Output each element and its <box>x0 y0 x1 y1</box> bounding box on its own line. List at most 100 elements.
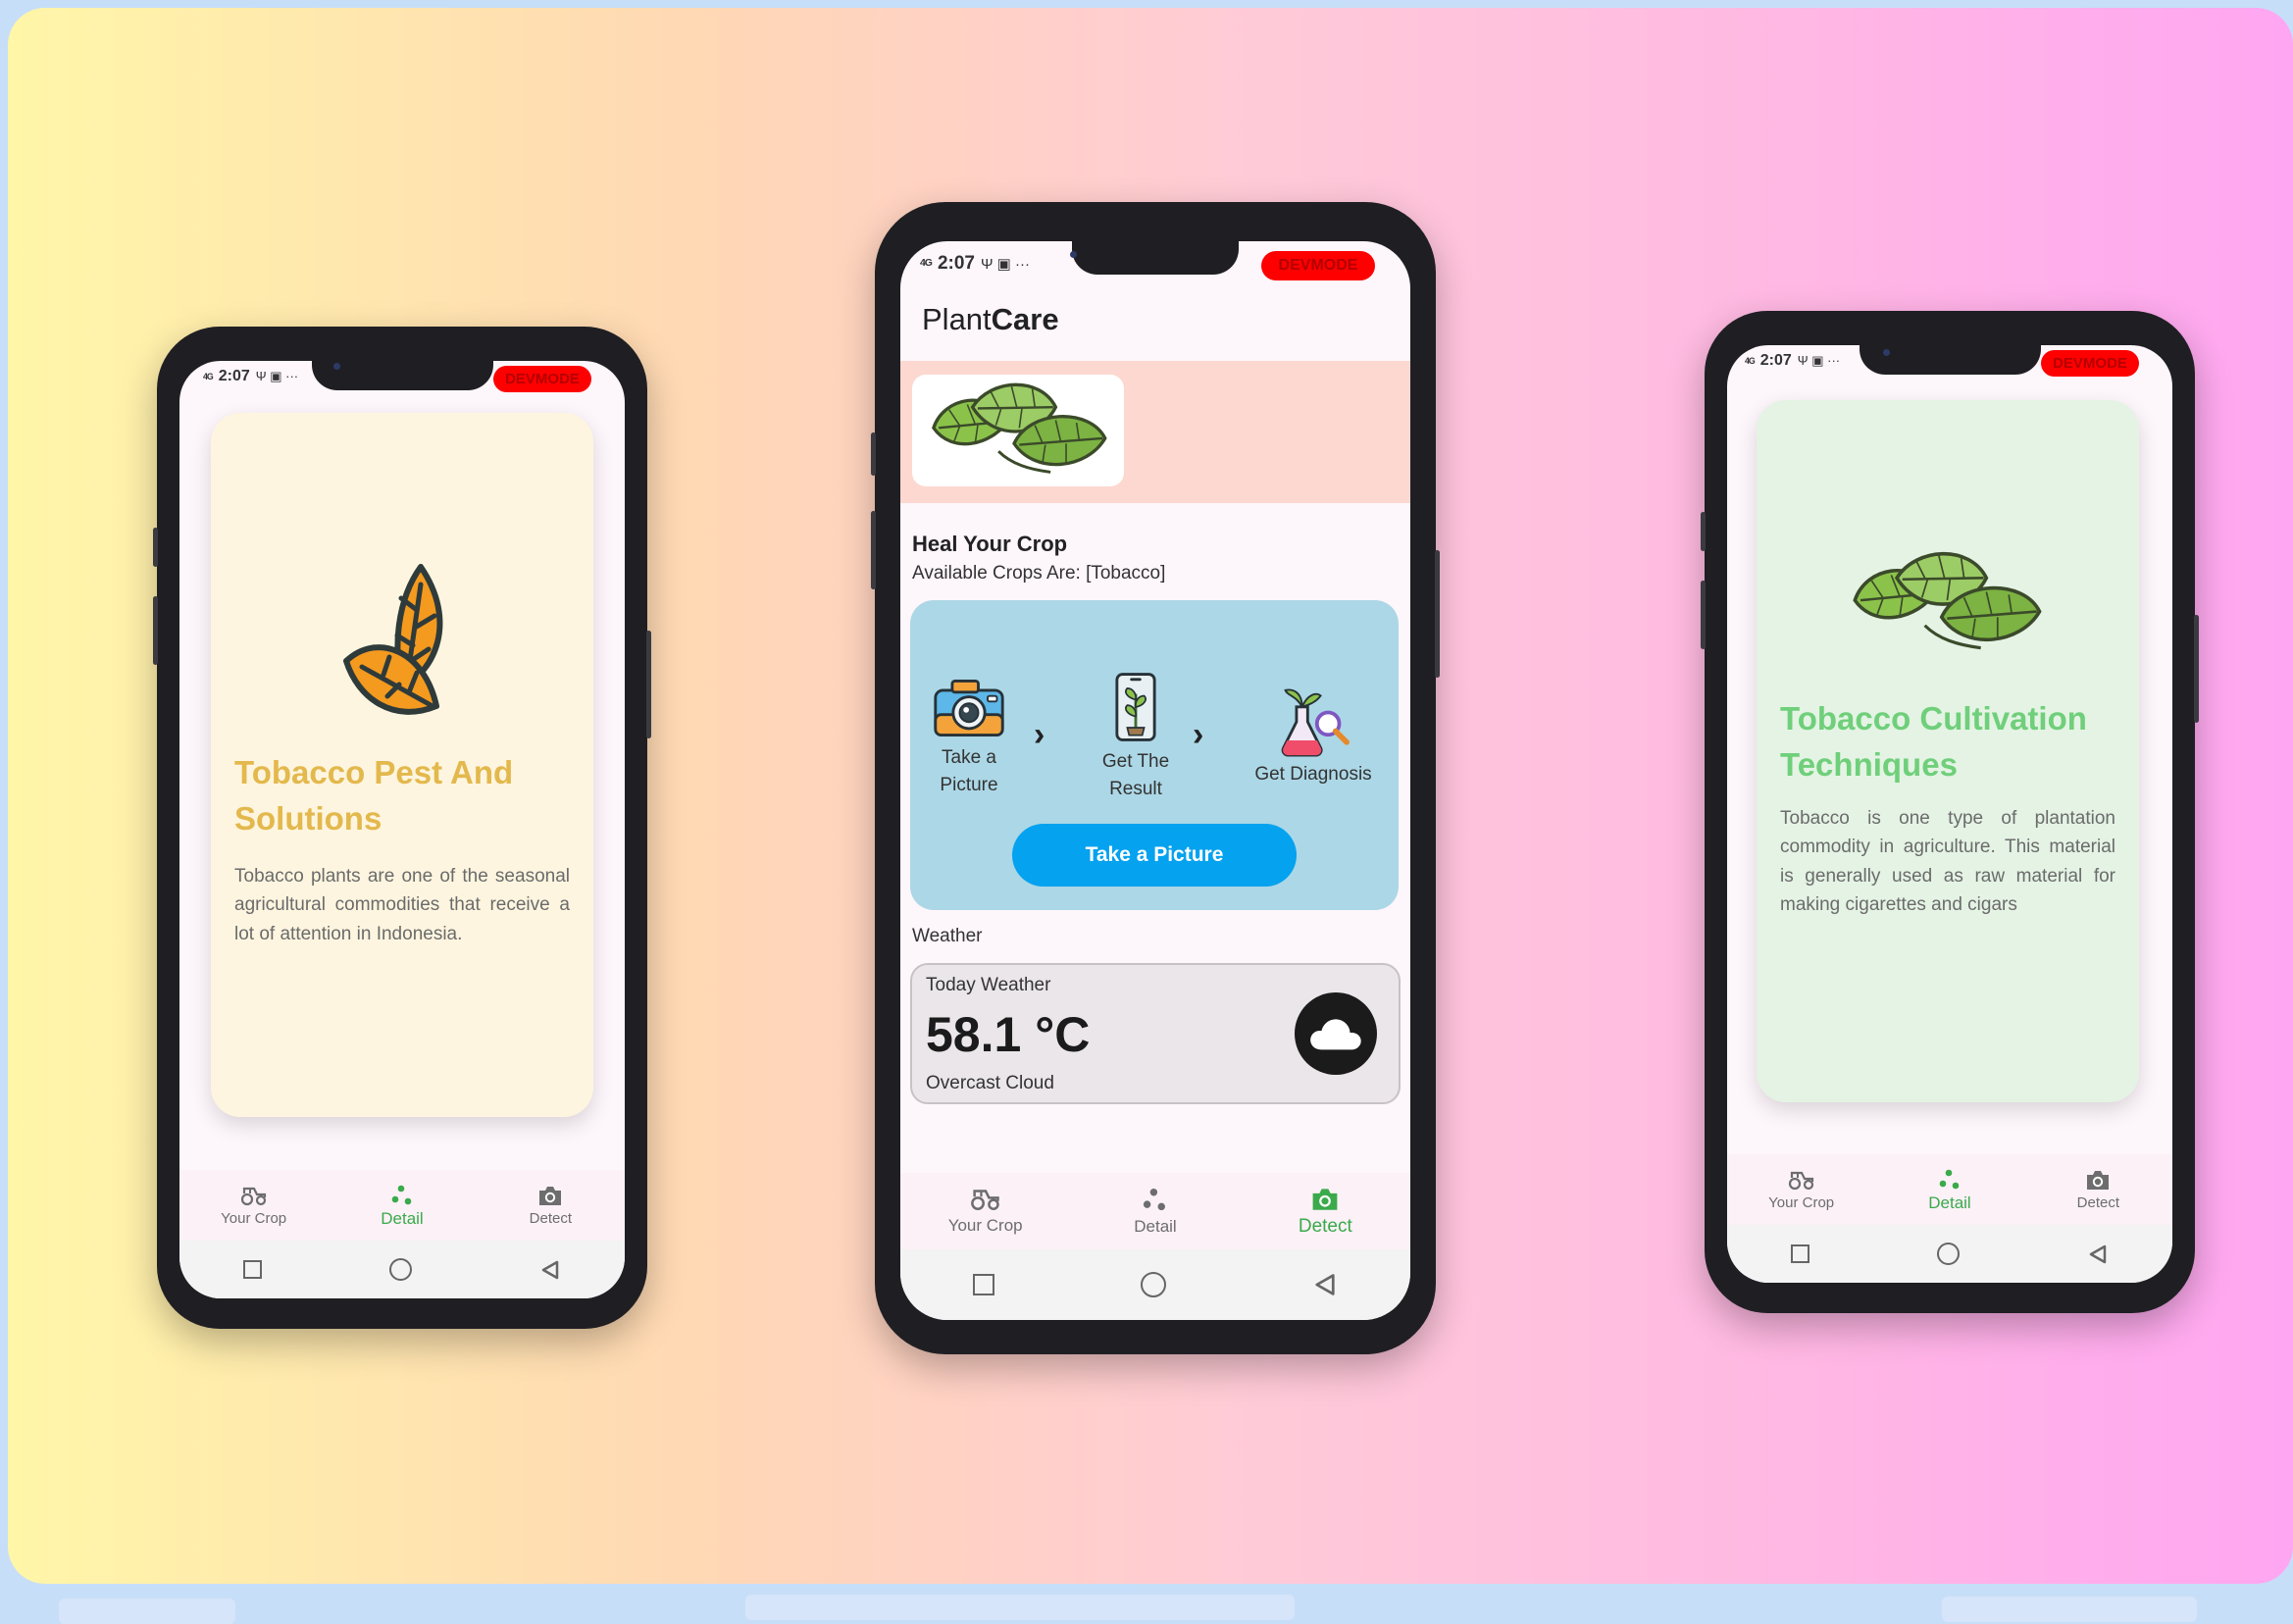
heal-title: Heal Your Crop <box>912 532 1068 556</box>
orange-leaves-icon <box>338 558 466 727</box>
system-nav-bar <box>900 1249 1410 1320</box>
status-time: 2:07 <box>218 368 250 384</box>
tractor-icon <box>1788 1169 1815 1191</box>
camera-icon <box>2084 1168 2112 1192</box>
center-phone: 4G 2:07 Ψ ▣ ··· DEVMODE PlantCare Heal Y… <box>871 202 1440 1354</box>
bottom-nav: Your Crop Detail Detect <box>179 1170 625 1241</box>
dots-icon <box>1142 1186 1168 1212</box>
chevron-right-icon: › <box>1193 716 1204 753</box>
nav-label: Detail <box>381 1208 424 1228</box>
bottom-nav: Your Crop Detail Detect <box>1727 1154 2172 1225</box>
step-get-result: Get The Result <box>1077 671 1195 803</box>
info-card[interactable]: Tobacco Pest And Solutions Tobacco plant… <box>211 413 593 1117</box>
left-screen: 4G 2:07 Ψ ▣ ··· DEVMODE Tobacco Pest And… <box>179 361 625 1298</box>
nav-label: Detect <box>529 1210 572 1227</box>
app-title-regular: Plant <box>922 302 992 336</box>
chevron-right-icon: › <box>1034 716 1045 753</box>
nav-detect[interactable]: Detect <box>477 1170 625 1241</box>
devmode-badge: DEVMODE <box>493 366 591 392</box>
nav-your-crop[interactable]: Your Crop <box>900 1173 1070 1249</box>
camera-notch <box>312 361 493 390</box>
tobacco-leaves-icon <box>920 379 1116 482</box>
status-time: 2:07 <box>937 253 975 274</box>
nav-detail[interactable]: Detail <box>1875 1154 2023 1225</box>
back-button[interactable] <box>539 1259 561 1281</box>
nav-your-crop[interactable]: Your Crop <box>1727 1154 1875 1225</box>
camera-icon <box>1309 1186 1341 1212</box>
nav-label: Detect <box>2076 1194 2119 1211</box>
weather-section-label: Weather <box>912 926 983 946</box>
nav-label: Your Crop <box>947 1216 1023 1235</box>
card-title: Tobacco Pest And Solutions <box>234 754 514 837</box>
step-get-diagnosis: Get Diagnosis <box>1240 686 1387 786</box>
camera-notch <box>1070 241 1239 275</box>
step-label: Take a Picture <box>940 747 998 795</box>
nav-label: Your Crop <box>1768 1193 1835 1211</box>
recents-button[interactable] <box>243 1260 262 1279</box>
tractor-icon <box>970 1187 1001 1211</box>
nav-label: Your Crop <box>221 1209 287 1227</box>
status-bar: 4G 2:07 Ψ ▣ ··· <box>1745 352 1840 370</box>
status-time: 2:07 <box>1759 352 1792 369</box>
nav-label: Detail <box>1134 1217 1177 1236</box>
status-icons: Ψ ▣ ··· <box>1797 353 1841 368</box>
right-phone: 4G 2:07 Ψ ▣ ··· DEVMODE Tobacco Cultivat… <box>1701 311 2199 1313</box>
camera-color-icon <box>932 677 1006 739</box>
flask-search-icon <box>1275 686 1351 757</box>
network-indicator: 4G <box>203 371 214 381</box>
back-button[interactable] <box>2087 1243 2109 1265</box>
step-take-picture: Take a Picture <box>912 677 1026 799</box>
background-stripe <box>1942 1597 2197 1622</box>
nav-detect[interactable]: Detect <box>1241 1173 1410 1249</box>
nav-label: Detect <box>1298 1215 1352 1237</box>
steps-panel: Take a Picture › Get The Result › Get Di… <box>910 600 1399 910</box>
status-icons: Ψ ▣ ··· <box>255 369 299 383</box>
system-nav-bar <box>179 1241 625 1298</box>
card-body: Tobacco is one type of plantation commod… <box>1780 808 2115 916</box>
back-button[interactable] <box>1312 1272 1338 1297</box>
nav-your-crop[interactable]: Your Crop <box>179 1170 328 1241</box>
center-screen: 4G 2:07 Ψ ▣ ··· DEVMODE PlantCare Heal Y… <box>900 241 1410 1320</box>
weather-label: Today Weather <box>926 975 1051 995</box>
nav-detect[interactable]: Detect <box>2024 1154 2172 1225</box>
status-bar: 4G 2:07 Ψ ▣ ··· <box>203 368 298 385</box>
network-indicator: 4G <box>920 257 933 269</box>
system-nav-bar <box>1727 1225 2172 1283</box>
home-button[interactable] <box>1140 1272 1166 1297</box>
background-stripe <box>59 1599 235 1624</box>
nav-detail[interactable]: Detail <box>1070 1173 1240 1249</box>
step-label: Get Diagnosis <box>1254 764 1372 785</box>
home-button[interactable] <box>389 1258 412 1281</box>
app-title-bold: Care <box>991 302 1059 336</box>
cloud-icon <box>1295 992 1377 1075</box>
nav-label: Detail <box>1928 1193 1971 1212</box>
banner-image-card <box>912 375 1124 486</box>
available-crops: Available Crops Are: [Tobacco] <box>912 563 1166 584</box>
camera-icon <box>536 1184 564 1207</box>
tractor-icon <box>240 1185 268 1206</box>
info-card[interactable]: Tobacco Cultivation Techniques Tobacco i… <box>1757 400 2139 1102</box>
phone-plant-icon <box>1114 671 1157 743</box>
card-title: Tobacco Cultivation Techniques <box>1780 700 2087 783</box>
weather-temperature: 58.1 °C <box>926 1007 1091 1062</box>
devmode-badge: DEVMODE <box>1261 251 1375 280</box>
step-label: Get The Result <box>1101 751 1170 799</box>
take-picture-button[interactable]: Take a Picture <box>1012 824 1297 887</box>
left-phone: 4G 2:07 Ψ ▣ ··· DEVMODE Tobacco Pest And… <box>153 327 651 1329</box>
camera-notch <box>1860 345 2041 375</box>
recents-button[interactable] <box>1791 1244 1809 1263</box>
nav-detail[interactable]: Detail <box>328 1170 476 1241</box>
status-bar: 4G 2:07 Ψ ▣ ··· <box>920 253 1030 275</box>
right-screen: 4G 2:07 Ψ ▣ ··· DEVMODE Tobacco Cultivat… <box>1727 345 2172 1283</box>
bottom-nav: Your Crop Detail Detect <box>900 1173 1410 1249</box>
app-title: PlantCare <box>922 302 1059 337</box>
status-icons: Ψ ▣ ··· <box>980 256 1030 273</box>
weather-condition: Overcast Cloud <box>926 1073 1054 1093</box>
dots-icon <box>390 1183 414 1206</box>
dots-icon <box>1938 1167 1962 1191</box>
network-indicator: 4G <box>1745 355 1756 366</box>
home-button[interactable] <box>1937 1243 1960 1265</box>
card-body: Tobacco plants are one of the seasonal a… <box>234 866 570 944</box>
recents-button[interactable] <box>973 1274 995 1295</box>
weather-card: Today Weather 58.1 °C Overcast Cloud <box>910 963 1401 1104</box>
